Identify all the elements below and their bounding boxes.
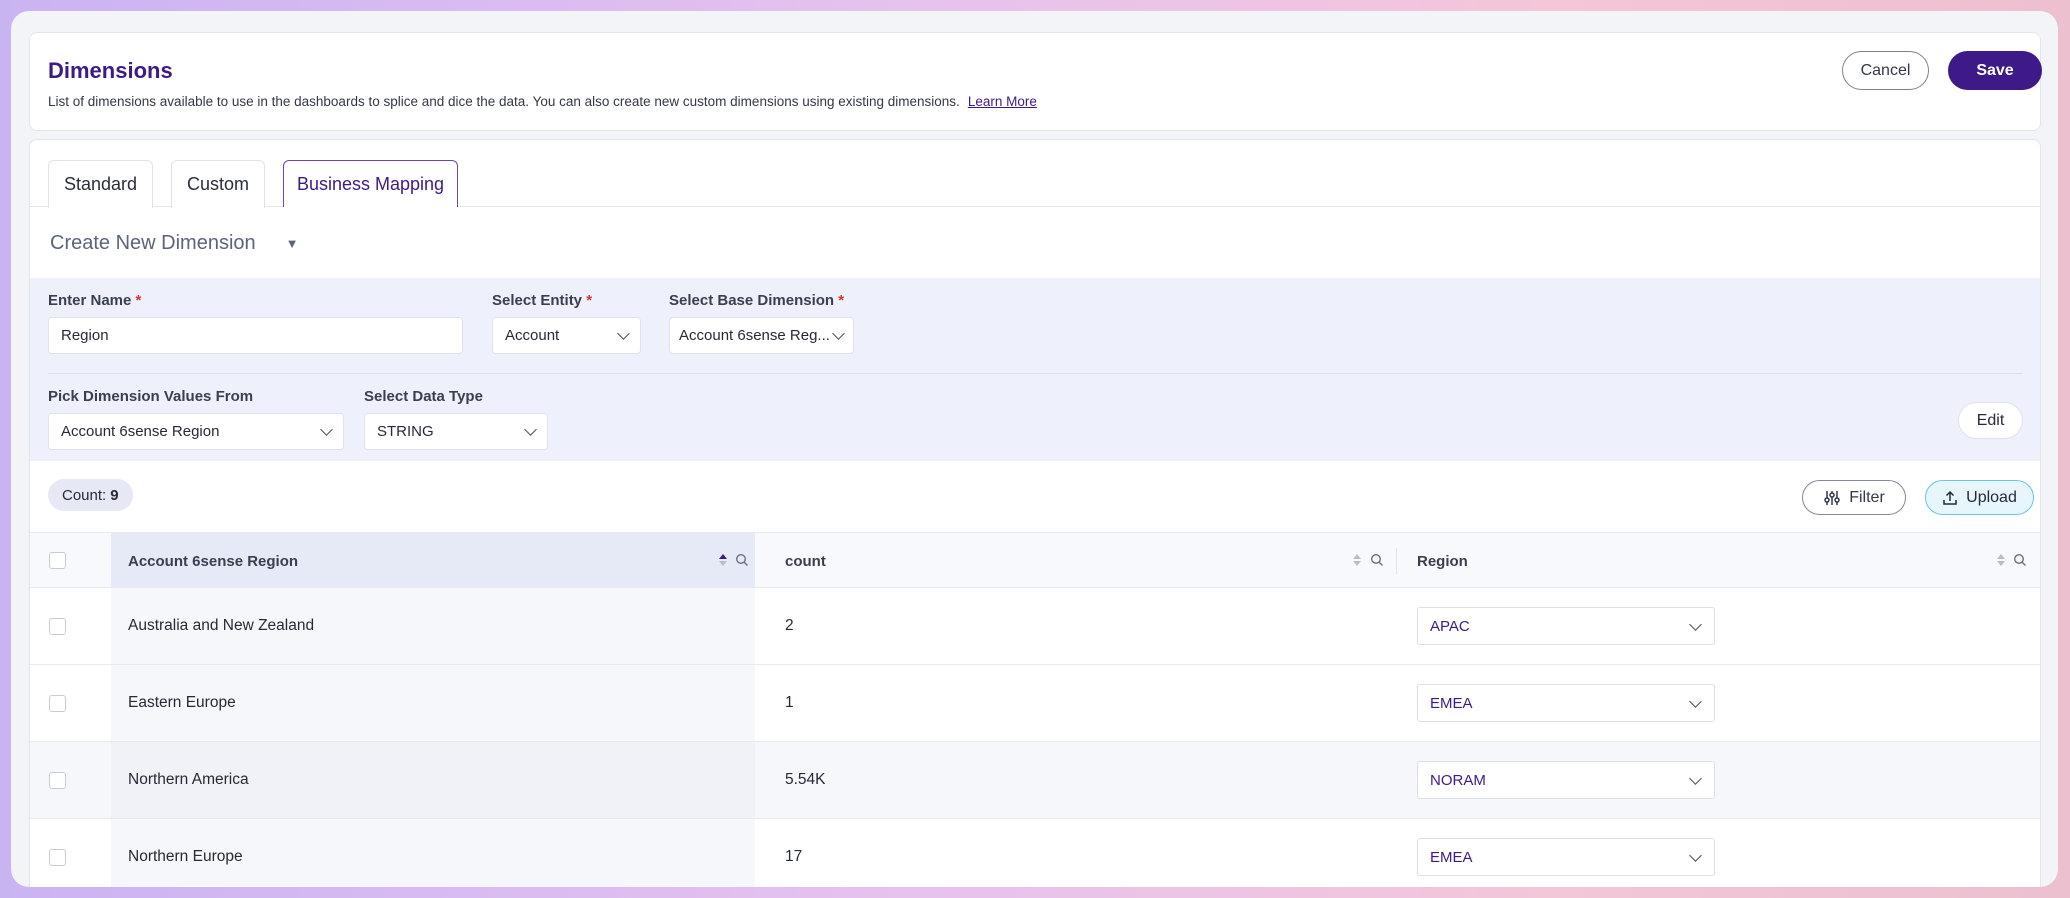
region-select[interactable]: EMEA [1417, 684, 1715, 722]
learn-more-link[interactable]: Learn More [968, 94, 1037, 109]
chevron-down-icon [617, 327, 630, 340]
table-header: Account 6sense Region count Region [30, 532, 2040, 589]
sort-icon[interactable] [1997, 554, 2005, 566]
table-row: Eastern Europe 1 EMEA [30, 665, 2040, 742]
sort-icon[interactable] [719, 554, 727, 566]
column-header-region[interactable]: Region [1417, 533, 1468, 589]
account-region-cell: Northern Europe [111, 819, 755, 887]
select-all-checkbox[interactable] [49, 552, 66, 569]
count-cell: 1 [785, 694, 794, 711]
column-header-account-region[interactable]: Account 6sense Region [111, 533, 755, 589]
tab-custom[interactable]: Custom [171, 160, 265, 208]
dimensions-card: Standard Custom Business Mapping Create … [29, 139, 2041, 887]
chevron-down-icon [524, 423, 537, 436]
count-cell: 17 [785, 848, 803, 865]
mapping-table: Account 6sense Region count Region Austr… [30, 532, 2040, 887]
page-header: Dimensions List of dimensions available … [29, 32, 2042, 131]
chevron-down-icon [1689, 772, 1702, 785]
values-from-label: Pick Dimension Values From [48, 388, 254, 405]
name-label: Enter Name * [48, 292, 142, 309]
account-region-cell: Northern America [111, 742, 755, 818]
region-value: NORAM [1430, 771, 1486, 789]
chevron-down-icon [320, 423, 333, 436]
save-button[interactable]: Save [1948, 51, 2042, 90]
account-region-cell: Eastern Europe [111, 665, 755, 741]
table-row: Northern America 5.54K NORAM [30, 742, 2040, 819]
column-header-count[interactable]: count [785, 533, 826, 589]
filter-label: Filter [1849, 488, 1885, 506]
upload-label: Upload [1966, 488, 2017, 506]
region-value: EMEA [1430, 694, 1473, 712]
entity-select[interactable]: Account [492, 317, 641, 354]
create-new-dimension-toggle[interactable]: Create New Dimension ▼ [50, 232, 299, 255]
region-select[interactable]: EMEA [1417, 838, 1715, 876]
column-divider [1396, 548, 1397, 574]
search-icon[interactable] [2013, 553, 2027, 567]
search-icon[interactable] [735, 553, 749, 567]
region-value: APAC [1430, 617, 1470, 635]
values-from-value: Account 6sense Region [61, 423, 220, 440]
cancel-button[interactable]: Cancel [1842, 51, 1929, 90]
row-checkbox[interactable] [49, 772, 66, 789]
account-region-cell: Australia and New Zealand [111, 588, 755, 664]
chevron-down-icon [1689, 695, 1702, 708]
edit-button[interactable]: Edit [1958, 402, 2023, 439]
base-dimension-value: Account 6sense Reg... [679, 327, 830, 344]
count-badge: Count: 9 [48, 479, 133, 511]
chevron-down-icon [1689, 849, 1702, 862]
row-checkbox[interactable] [49, 695, 66, 712]
upload-icon [1943, 490, 1957, 505]
sort-icon[interactable] [1353, 554, 1361, 566]
region-select[interactable]: APAC [1417, 607, 1715, 645]
dimension-form: Enter Name * Region Select Entity * Acco… [30, 278, 2040, 461]
region-select[interactable]: NORAM [1417, 761, 1715, 799]
count-value: 9 [110, 486, 119, 504]
table-row: Northern Europe 17 EMEA [30, 819, 2040, 887]
row-checkbox[interactable] [49, 618, 66, 635]
search-icon[interactable] [1370, 553, 1384, 567]
data-type-select[interactable]: STRING [364, 413, 548, 450]
caret-down-icon: ▼ [285, 236, 299, 251]
region-value: EMEA [1430, 848, 1473, 866]
table-row: Australia and New Zealand 2 APAC [30, 588, 2040, 665]
tab-business-mapping[interactable]: Business Mapping [283, 160, 458, 207]
entity-value: Account [505, 327, 560, 344]
create-new-dimension-label: Create New Dimension [50, 232, 256, 254]
count-label: Count: [62, 486, 107, 504]
name-input[interactable]: Region [48, 317, 463, 354]
column-header-label: count [785, 552, 826, 570]
chevron-down-icon [1689, 618, 1702, 631]
page-title: Dimensions [48, 58, 173, 83]
tab-standard[interactable]: Standard [48, 160, 153, 208]
description-text: List of dimensions available to use in t… [48, 94, 960, 109]
sliders-icon [1824, 490, 1840, 505]
filter-button[interactable]: Filter [1802, 480, 1906, 515]
app-frame: Dimensions List of dimensions available … [11, 11, 2058, 887]
tab-bar: Standard Custom Business Mapping [30, 140, 2040, 208]
data-type-label: Select Data Type [364, 388, 483, 405]
form-divider [48, 373, 2023, 374]
values-from-select[interactable]: Account 6sense Region [48, 413, 344, 450]
chevron-down-icon [832, 327, 845, 340]
entity-label: Select Entity * [492, 292, 593, 309]
page-description: List of dimensions available to use in t… [48, 94, 1037, 109]
data-type-value: STRING [377, 423, 434, 440]
column-header-label: Account 6sense Region [128, 552, 299, 570]
upload-button[interactable]: Upload [1925, 480, 2034, 515]
column-header-label: Region [1417, 552, 1468, 570]
count-cell: 2 [785, 617, 794, 634]
base-dimension-label: Select Base Dimension * [669, 292, 845, 309]
base-dimension-select[interactable]: Account 6sense Reg... [669, 317, 854, 354]
row-checkbox[interactable] [49, 849, 66, 866]
count-cell: 5.54K [785, 771, 826, 788]
